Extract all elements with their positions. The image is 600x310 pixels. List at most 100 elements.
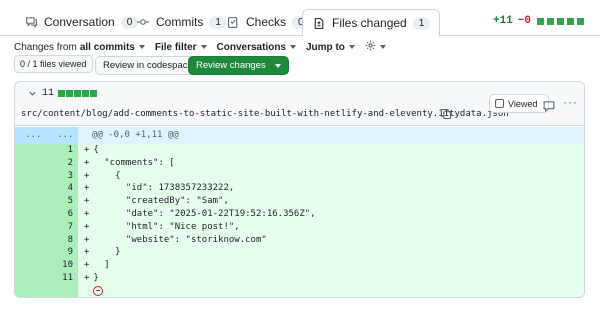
diff-line[interactable]: 11 +}: [15, 271, 584, 285]
collapse-chevron-icon[interactable]: [28, 89, 37, 100]
chevron-down-icon: [200, 45, 207, 49]
old-line-number[interactable]: [15, 207, 46, 221]
comment-icon[interactable]: [543, 99, 556, 113]
tab-commits[interactable]: Commits 1: [136, 8, 227, 36]
new-line-number[interactable]: 1: [46, 144, 78, 157]
diff-line[interactable]: 4 + "id": 1738357233222,: [15, 182, 584, 196]
old-line-number[interactable]: [15, 156, 46, 170]
addition-marker: +: [84, 196, 90, 207]
diff-line[interactable]: 2 + "comments": [: [15, 156, 584, 170]
diffstat-block: [66, 90, 74, 97]
old-line-number[interactable]: [15, 233, 46, 247]
old-line-number[interactable]: [15, 220, 46, 234]
hunk-header: ... ... @@ -0,0 +1,11 @@: [15, 127, 584, 144]
file-filter-dropdown[interactable]: File filter: [155, 42, 207, 53]
code-text: "createdBy": "Sam",: [93, 196, 229, 207]
diff-line[interactable]: 1 +{: [15, 144, 584, 157]
diff-line[interactable]: 7 + "html": "Nice post!",: [15, 220, 584, 234]
file-diffstat: 11: [42, 88, 98, 99]
diff-line[interactable]: 8 + "website": "storiknow.com": [15, 233, 584, 247]
diff-line-code: [78, 284, 584, 297]
conversations-dropdown[interactable]: Conversations: [217, 42, 296, 53]
new-line-number[interactable]: 5: [46, 195, 78, 208]
tab-label: Checks: [246, 15, 287, 29]
deletions-count: −0: [517, 15, 531, 27]
viewed-checkbox[interactable]: Viewed: [489, 94, 549, 113]
new-line-number[interactable]: 7: [46, 220, 78, 234]
settings-dropdown[interactable]: [365, 40, 386, 54]
git-commit-icon: [136, 15, 150, 29]
jump-to-dropdown[interactable]: Jump to: [306, 42, 355, 53]
diffstat-block: [74, 90, 82, 97]
addition-marker: +: [84, 234, 90, 245]
new-line-number[interactable]: 4: [46, 182, 78, 196]
new-line-number: [46, 284, 78, 297]
code-text: "date": "2025-01-22T19:52:16.356Z",: [93, 208, 316, 219]
new-line-number[interactable]: 6: [46, 207, 78, 221]
chevron-down-icon: [290, 45, 296, 49]
new-line-number[interactable]: 8: [46, 233, 78, 247]
kebab-horizontal-icon[interactable]: ···: [563, 95, 578, 109]
tab-checks[interactable]: Checks 0: [226, 8, 310, 36]
chevron-down-icon: [274, 63, 281, 68]
new-line-number[interactable]: 9: [46, 246, 78, 260]
old-line-number[interactable]: [15, 259, 46, 272]
addition-marker: +: [84, 247, 90, 258]
changes-from-dropdown[interactable]: Changes from all commits: [14, 42, 145, 53]
diff-line[interactable]: 9 + }: [15, 246, 584, 260]
diff-line[interactable]: 5 + "createdBy": "Sam",: [15, 195, 584, 208]
diffstat-block: [90, 90, 98, 97]
no-newline-row: [15, 284, 584, 297]
code-text: }: [93, 272, 99, 283]
diff-line-code: + "comments": [: [78, 156, 584, 170]
old-line-number[interactable]: [15, 195, 46, 208]
hunk-header-text: @@ -0,0 +1,11 @@: [92, 130, 179, 140]
new-line-number[interactable]: 3: [46, 169, 78, 183]
old-line-number[interactable]: [15, 144, 46, 157]
addition-marker: +: [84, 183, 90, 194]
diffstat-block: [82, 90, 90, 97]
copy-icon[interactable]: [440, 107, 452, 120]
expand-up-icon[interactable]: ...: [25, 130, 41, 140]
diffstat-block: [557, 17, 564, 25]
old-line-number[interactable]: [15, 246, 46, 260]
review-changes-button[interactable]: Review changes: [188, 56, 289, 75]
chevron-down-icon: [138, 45, 145, 49]
tab-conversation[interactable]: Conversation 0: [24, 8, 139, 36]
expand-down-icon[interactable]: ...: [57, 130, 73, 140]
diff-line-code: +{: [78, 144, 584, 157]
diff-line-code: + "date": "2025-01-22T19:52:16.356Z",: [78, 207, 584, 221]
diffstat-block: [547, 17, 554, 25]
diff-line-code: + ]: [78, 259, 584, 272]
tab-count: 1: [412, 16, 431, 30]
diff-line-code: + {: [78, 169, 584, 183]
diff-line-code: + "createdBy": "Sam",: [78, 195, 584, 208]
tab-label: Conversation: [44, 15, 115, 29]
code-text: "html": "Nice post!",: [93, 221, 240, 232]
diff-line[interactable]: 10 + ]: [15, 259, 584, 272]
pr-tab-bar: Conversation 0 Commits 1 Checks 0 Files …: [0, 0, 600, 37]
old-line-number: [15, 284, 46, 297]
old-line-number[interactable]: [15, 182, 46, 196]
new-line-number[interactable]: 10: [46, 259, 78, 272]
chevron-down-icon: [379, 45, 386, 49]
diffstat-block: [537, 17, 544, 25]
file-path[interactable]: src/content/blog/add-comments-to-static-…: [21, 109, 509, 119]
review-in-codespace-button[interactable]: Review in codespace: [95, 56, 201, 75]
changes-from-prefix: Changes from: [14, 41, 77, 53]
review-changes-label: Review changes: [196, 60, 266, 71]
diff-line[interactable]: 6 + "date": "2025-01-22T19:52:16.356Z",: [15, 207, 584, 221]
additions-count: +11: [492, 15, 513, 27]
old-line-number[interactable]: [15, 169, 46, 183]
file-header: 11 src/content/blog/add-comments-to-stat…: [15, 82, 584, 126]
addition-marker: +: [84, 157, 90, 168]
chevron-down-icon: [348, 45, 355, 49]
tab-files-changed[interactable]: Files changed 1: [302, 9, 441, 37]
new-line-number[interactable]: 11: [46, 271, 78, 285]
addition-marker: +: [84, 221, 90, 232]
diff-line[interactable]: 3 + {: [15, 169, 584, 183]
old-line-number[interactable]: [15, 271, 46, 285]
addition-marker: +: [84, 260, 90, 271]
new-line-number[interactable]: 2: [46, 156, 78, 170]
addition-marker: +: [84, 208, 90, 219]
